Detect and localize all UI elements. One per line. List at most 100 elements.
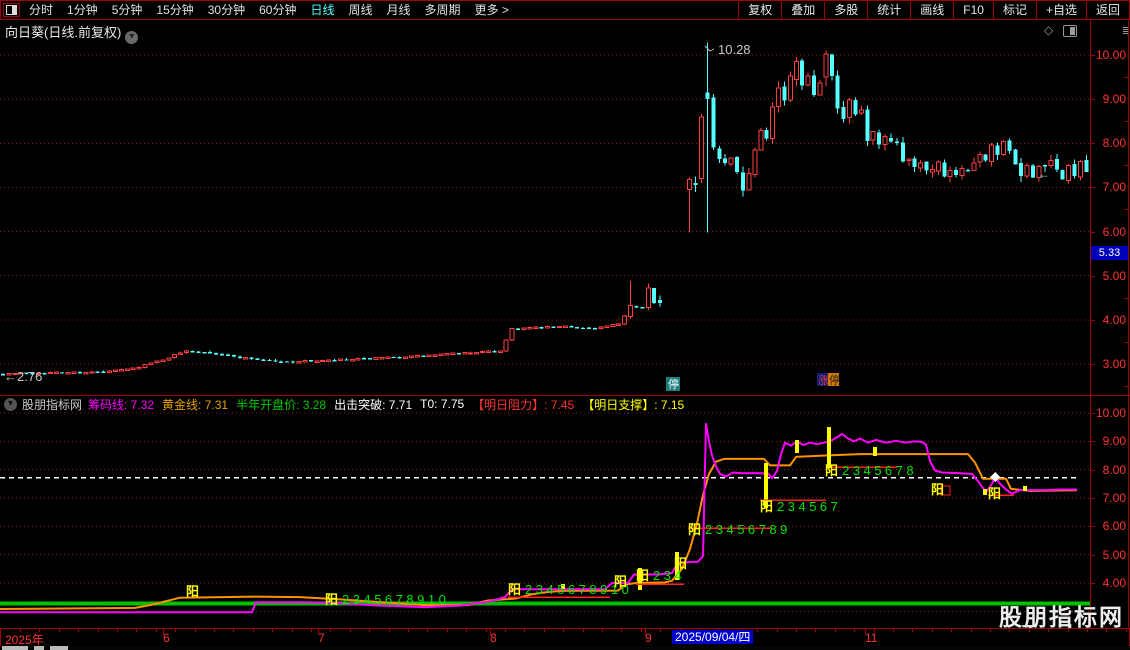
- timeline-tick: [971, 629, 972, 632]
- candle-body: [291, 361, 296, 363]
- menu-item-2[interactable]: 5分钟: [105, 2, 150, 19]
- menu-item-right-8[interactable]: 返回: [1085, 1, 1129, 19]
- menu-item-9[interactable]: 多周期: [418, 2, 468, 19]
- candle-body: [705, 92, 710, 100]
- candle-body: [438, 353, 444, 357]
- candle-body: [616, 323, 622, 326]
- candle-body: [758, 130, 764, 151]
- menu-item-10[interactable]: 更多 >: [468, 2, 516, 19]
- candle-body: [184, 350, 190, 354]
- split-pane-icon[interactable]: [1063, 25, 1077, 37]
- timeline-bar[interactable]: 2025年 6 7 8 9 11 2025/09/04/四: [0, 628, 1130, 647]
- menu-item-right-6[interactable]: 标记: [992, 1, 1036, 19]
- menu-item-right-7[interactable]: +自选: [1035, 1, 1086, 19]
- candle-body: [634, 305, 639, 308]
- candle-body: [610, 324, 616, 327]
- candle-body: [954, 170, 959, 176]
- layout-toggle-icon[interactable]: [3, 3, 20, 17]
- menu-item-3[interactable]: 15分钟: [149, 2, 200, 19]
- candle-body: [42, 373, 47, 375]
- menu-item-right-3[interactable]: 统计: [867, 1, 910, 19]
- candle-body: [829, 54, 834, 77]
- timeline-tick: [815, 629, 816, 632]
- menu-item-right-1[interactable]: 叠加: [781, 1, 824, 19]
- menu-item-6[interactable]: 日线: [303, 2, 341, 19]
- axis-minor-tick: [1124, 341, 1128, 343]
- candle-body: [687, 178, 693, 191]
- ind-axis-label-5: 5.00: [1102, 547, 1126, 562]
- main-axis-label-1: 9.00: [1102, 92, 1126, 107]
- yang-label: 阳: [186, 584, 199, 599]
- timeline-month-tick: [318, 629, 319, 635]
- candle-body: [1024, 164, 1030, 177]
- candle-body: [865, 109, 870, 142]
- timeline-tick: [524, 629, 525, 632]
- timeline-tick: [602, 629, 603, 632]
- timeline-tick: [117, 629, 118, 632]
- indicator-stat-5: 【明日阻力】: 7.45: [472, 397, 575, 412]
- timeline-tick: [292, 629, 293, 632]
- candle-body: [959, 168, 965, 177]
- collapse-icon[interactable]: ▾: [4, 397, 17, 411]
- indicator-stat-6: 【明日支撑】: 7.15: [582, 397, 685, 412]
- menu-item-right-2[interactable]: 多股: [824, 1, 867, 19]
- candle-body: [509, 328, 515, 341]
- candle-body: [764, 130, 769, 139]
- signal-bar-yellow: [1023, 486, 1027, 491]
- candle-body: [787, 75, 793, 101]
- signal-bar-yellow: [983, 489, 987, 495]
- menu-item-right-4[interactable]: 画线: [910, 1, 953, 19]
- candle-body: [1019, 163, 1024, 177]
- timeline-tick: [408, 629, 409, 632]
- candle-body: [208, 351, 213, 354]
- candle-body: [533, 326, 539, 329]
- candle-body: [273, 360, 278, 362]
- menu-item-8[interactable]: 月线: [380, 2, 418, 19]
- timeline-tick: [835, 629, 836, 632]
- candle-body: [414, 354, 420, 358]
- candle-body: [444, 353, 450, 356]
- candle-body: [421, 355, 426, 358]
- candle-body: [539, 326, 544, 329]
- candle-body: [349, 358, 355, 362]
- candle-body: [556, 325, 562, 329]
- axis-minor-tick: [1124, 77, 1128, 79]
- diamond-icon[interactable]: ◇: [1044, 23, 1053, 37]
- candle-body: [101, 371, 106, 373]
- candle-body: [485, 350, 491, 353]
- candle-body: [847, 99, 853, 119]
- candle-body: [989, 144, 995, 163]
- ind-axis-label-1: 9.00: [1102, 434, 1126, 449]
- candle-body: [1054, 159, 1059, 170]
- menu-item-4[interactable]: 30分钟: [201, 2, 252, 19]
- candle-body: [717, 148, 722, 159]
- timeline-tick: [505, 629, 506, 632]
- axis-tick: [1090, 275, 1095, 277]
- timeline-tick: [369, 629, 370, 632]
- window-right-border: [1128, 19, 1129, 646]
- menu-item-1[interactable]: 1分钟: [60, 2, 105, 19]
- candle-body: [817, 82, 823, 96]
- candle-body: [800, 60, 805, 86]
- candle-body: [130, 367, 136, 370]
- menu-item-right-5[interactable]: F10: [953, 1, 993, 19]
- menu-item-5[interactable]: 60分钟: [252, 2, 303, 19]
- candle-body: [640, 307, 645, 309]
- indicator-stat-0: 筹码线: 7.32: [88, 397, 155, 412]
- timeline-label-2: 8: [490, 631, 497, 645]
- yang-label: 阳: [674, 556, 687, 571]
- menu-item-right-0[interactable]: 复权: [738, 1, 781, 19]
- axis-tick: [1090, 469, 1095, 471]
- axis-tick: [1090, 143, 1095, 145]
- menu-item-0[interactable]: 分时: [22, 2, 60, 19]
- timeline-tick: [660, 629, 661, 632]
- candle-body: [1007, 140, 1012, 151]
- candle-body: [468, 352, 474, 355]
- candle-body: [497, 350, 503, 354]
- menu-item-7[interactable]: 周线: [341, 2, 379, 19]
- candle-body: [728, 157, 734, 165]
- candle-body: [889, 137, 893, 142]
- timeline-tick: [136, 629, 137, 632]
- timeline-tick: [1087, 629, 1088, 632]
- candle-body: [575, 327, 580, 329]
